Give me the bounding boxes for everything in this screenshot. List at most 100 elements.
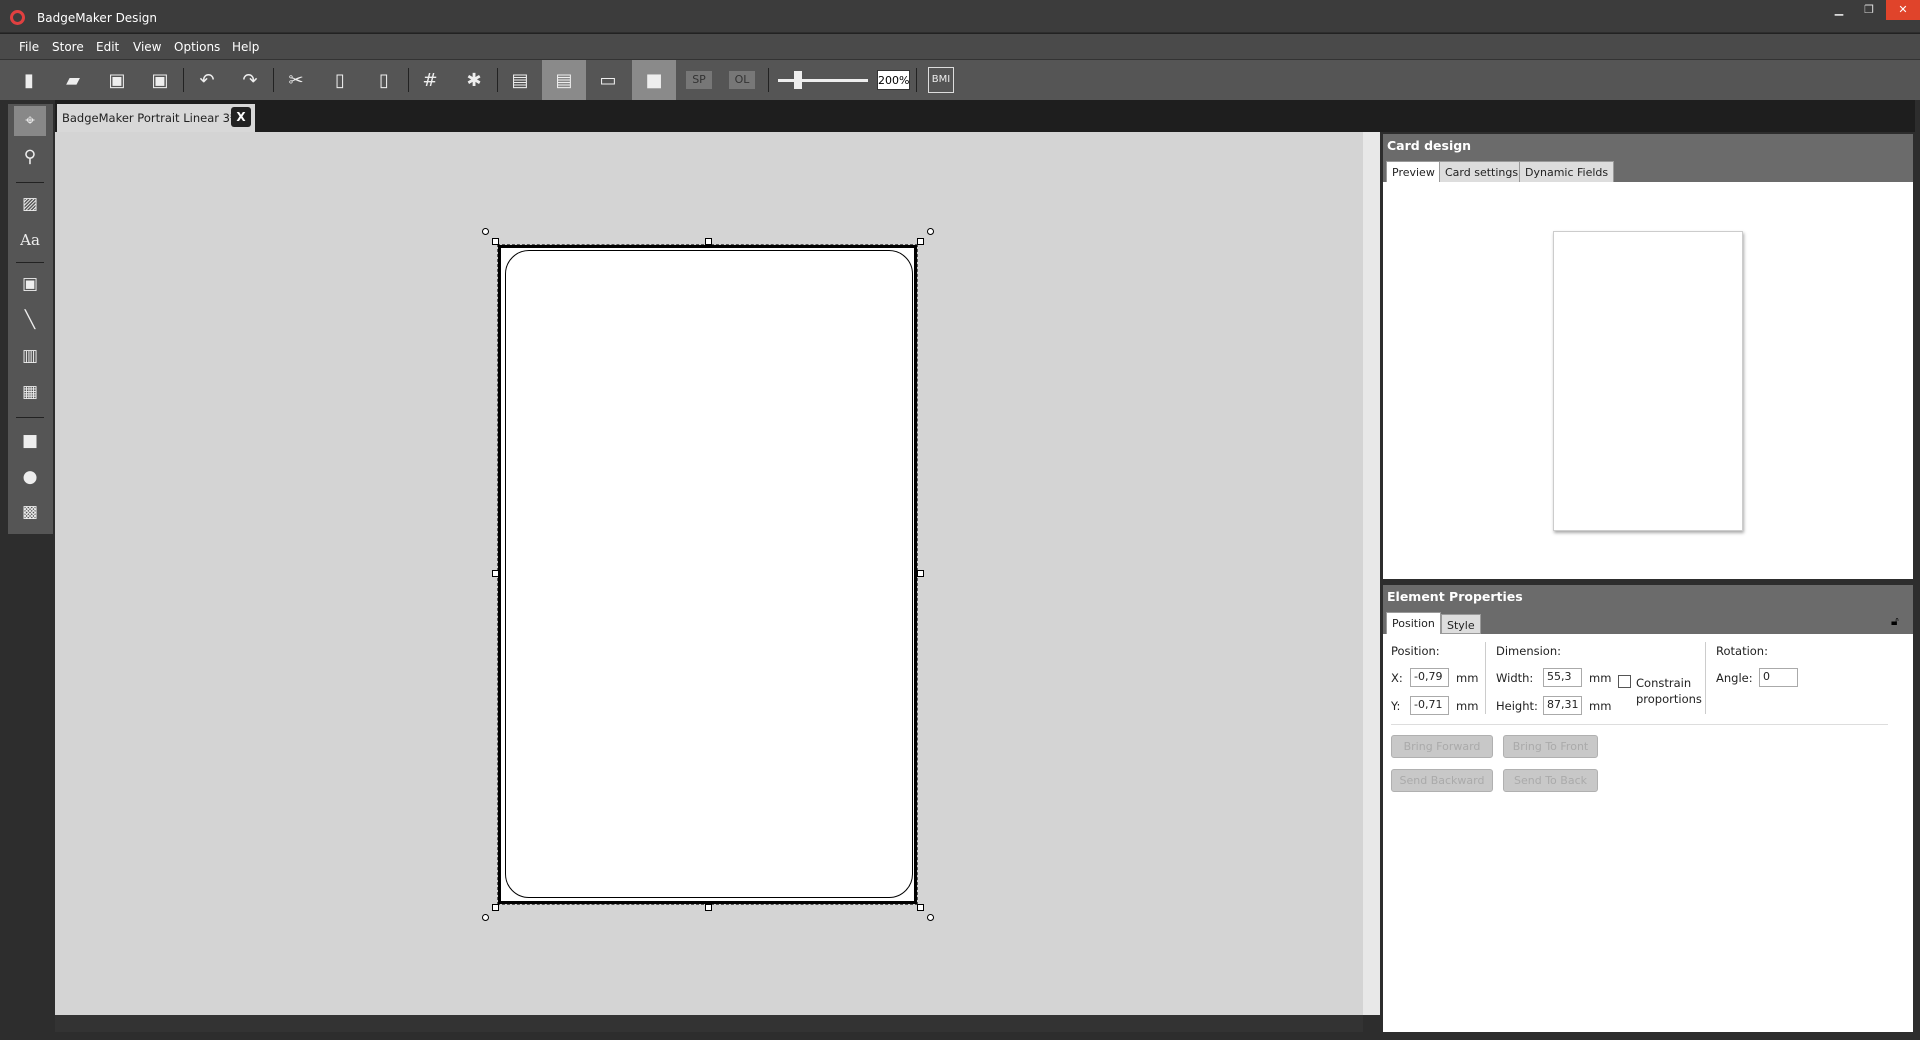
card-design-header: Card design <box>1383 134 1913 158</box>
unit-label: mm <box>1589 699 1612 713</box>
tab-style[interactable]: Style <box>1441 614 1481 634</box>
element-properties-tabs: Position Style 🔓︎ <box>1383 609 1913 634</box>
height-label: Height: <box>1496 699 1538 713</box>
menu-edit[interactable]: Edit <box>96 40 119 54</box>
menu-options[interactable]: Options <box>174 40 220 54</box>
x-label: X: <box>1391 671 1403 685</box>
line-icon[interactable]: ╲ <box>14 305 46 335</box>
position-label: Position: <box>1391 644 1440 658</box>
angle-label: Angle: <box>1716 671 1753 685</box>
resize-handle[interactable] <box>705 238 712 245</box>
qrcode-icon[interactable]: ▦ <box>14 377 46 407</box>
element-properties-header: Element Properties <box>1383 585 1913 609</box>
horizontal-scroll-thumb[interactable] <box>70 1016 1345 1031</box>
resize-handle[interactable] <box>917 904 924 911</box>
width-label: Width: <box>1496 671 1534 685</box>
sp-button[interactable]: SP <box>686 71 712 89</box>
menu-help[interactable]: Help <box>232 40 259 54</box>
background-icon[interactable]: ▩ <box>14 497 46 527</box>
angle-input[interactable]: 0 <box>1759 668 1798 687</box>
card-design-tabs: Preview Card settings Dynamic Fields <box>1383 158 1913 183</box>
zoom-slider-thumb[interactable] <box>794 71 802 89</box>
ol-button[interactable]: OL <box>729 71 755 89</box>
photo-icon[interactable]: ▣ <box>14 269 46 299</box>
resize-handle[interactable] <box>917 570 924 577</box>
height-input[interactable]: 87,31 <box>1543 696 1582 715</box>
select-icon[interactable]: ⌖ <box>14 106 46 136</box>
resize-handle[interactable] <box>917 238 924 245</box>
unit-label: mm <box>1456 671 1479 685</box>
settings-icon[interactable]: ✱ <box>457 64 491 96</box>
y-label: Y: <box>1391 699 1401 713</box>
redo-icon[interactable]: ↷ <box>233 64 267 96</box>
tab-card-settings[interactable]: Card settings <box>1439 161 1525 183</box>
copy-icon[interactable]: ▯ <box>323 64 357 96</box>
zoom-value[interactable]: 200% <box>877 70 910 90</box>
close-tab-button[interactable]: X <box>231 107 251 127</box>
app-logo-icon <box>10 10 25 25</box>
send-backward-button[interactable]: Send Backward <box>1391 769 1493 792</box>
width-input[interactable]: 55,3 <box>1543 668 1582 687</box>
unit-label: mm <box>1589 671 1612 685</box>
rotate-handle[interactable] <box>482 228 489 235</box>
vertical-scrollbar[interactable] <box>1363 132 1380 1015</box>
minimize-button[interactable]: ▁ <box>1824 0 1854 20</box>
bring-forward-button[interactable]: Bring Forward <box>1391 735 1493 758</box>
resize-handle[interactable] <box>492 570 499 577</box>
document-tab[interactable]: BadgeMaker Portrait Linear 3* <box>57 104 255 132</box>
card-preview <box>1553 231 1743 531</box>
zoom-slider[interactable] <box>778 79 868 82</box>
tab-preview[interactable]: Preview <box>1386 161 1441 183</box>
layout-icon[interactable]: ▤ <box>542 60 586 101</box>
align-icon[interactable]: ▭ <box>591 64 625 96</box>
unit-label: mm <box>1456 699 1479 713</box>
image-icon[interactable]: ▨ <box>14 189 46 219</box>
document-tab-strip <box>55 100 1915 132</box>
rotate-handle[interactable] <box>927 228 934 235</box>
tab-dynamic-fields[interactable]: Dynamic Fields <box>1519 161 1615 183</box>
x-input[interactable]: -0,79 <box>1410 668 1449 687</box>
card-border <box>505 250 913 898</box>
layers-icon[interactable]: ▤ <box>503 64 537 96</box>
zoom-icon[interactable]: ⚲ <box>14 142 46 172</box>
resize-handle[interactable] <box>492 904 499 911</box>
bmi-button[interactable]: BMI <box>928 67 954 93</box>
save-as-icon[interactable]: ▣ <box>143 64 177 96</box>
card-icon[interactable]: ■ <box>632 60 676 101</box>
undo-icon[interactable]: ↶ <box>190 64 224 96</box>
constrain-label: Constrain proportions <box>1636 676 1702 706</box>
toolbar: ▮ ▰ ▣ ▣ ↶ ↷ ✂ ▯ ▯ # ✱ ▤ ▤ ▭ ■ SP OL 200%… <box>0 59 1920 101</box>
restore-button[interactable]: ❐ <box>1854 0 1884 20</box>
rotate-handle[interactable] <box>482 914 489 921</box>
rotation-label: Rotation: <box>1716 644 1768 658</box>
close-button[interactable]: ✕ <box>1886 0 1920 20</box>
menu-store[interactable]: Store <box>52 40 84 54</box>
resize-handle[interactable] <box>492 238 499 245</box>
window-title: BadgeMaker Design <box>37 11 157 25</box>
lock-icon[interactable]: 🔓︎ <box>1891 614 1899 629</box>
menu-view[interactable]: View <box>133 40 161 54</box>
y-input[interactable]: -0,71 <box>1410 696 1449 715</box>
resize-handle[interactable] <box>705 904 712 911</box>
cut-icon[interactable]: ✂ <box>279 64 313 96</box>
title-bar <box>0 0 1920 32</box>
menu-bar: File Store Edit View Options Help <box>0 33 1920 59</box>
grid-icon[interactable]: # <box>413 64 447 96</box>
paste-icon[interactable]: ▯ <box>367 64 401 96</box>
rectangle-icon[interactable]: ■ <box>14 426 46 456</box>
ellipse-icon[interactable]: ● <box>14 462 46 492</box>
text-icon[interactable]: Aa <box>14 225 46 255</box>
barcode-icon[interactable]: ▥ <box>14 341 46 371</box>
constrain-checkbox[interactable] <box>1618 675 1631 688</box>
save-icon[interactable]: ▣ <box>100 64 134 96</box>
rotate-handle[interactable] <box>927 914 934 921</box>
bring-to-front-button[interactable]: Bring To Front <box>1503 735 1598 758</box>
toolbox: ⌖ ⚲ ▨ Aa ▣ ╲ ▥ ▦ ■ ● ▩ <box>8 104 53 534</box>
tab-position[interactable]: Position <box>1386 612 1441 634</box>
position-panel: Position: X: -0,79 mm Y: -0,71 mm Dimens… <box>1383 634 1913 1032</box>
menu-file[interactable]: File <box>19 40 39 54</box>
open-icon[interactable]: ▰ <box>56 64 90 96</box>
dimension-label: Dimension: <box>1496 644 1562 658</box>
send-to-back-button[interactable]: Send To Back <box>1503 769 1598 792</box>
new-icon[interactable]: ▮ <box>12 64 46 96</box>
